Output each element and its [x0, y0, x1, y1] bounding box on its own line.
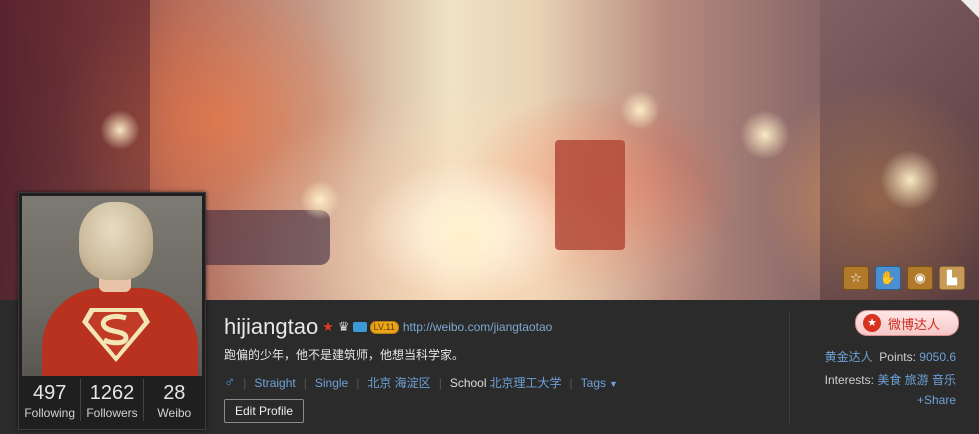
points-row: 黄金达人 Points: 9050.6: [825, 348, 956, 365]
location-link[interactable]: 北京 海淀区: [367, 374, 430, 391]
divider: |: [303, 375, 307, 390]
superman-logo-icon: [82, 308, 150, 362]
following-count: 497: [32, 382, 67, 404]
tags-dropdown[interactable]: Tags ▼: [581, 376, 618, 390]
school-link[interactable]: 北京理工大学: [490, 374, 562, 391]
interests-row: Interests: 美食 旅游 音乐: [825, 371, 956, 388]
stat-weibo[interactable]: 28 Weibo: [144, 379, 205, 421]
edit-profile-button[interactable]: Edit Profile: [224, 399, 305, 423]
verified-star-icon[interactable]: ★: [322, 320, 334, 334]
share-link[interactable]: +Share: [917, 393, 956, 407]
school-label: School: [449, 375, 487, 390]
badge-bar: ☆ ✋ ◉ ▙: [843, 266, 965, 290]
stats-bar: 497 Following 1262 Followers 28 Weibo: [19, 379, 205, 421]
stat-following[interactable]: 497 Following: [19, 379, 82, 421]
following-label: Following: [24, 406, 76, 420]
divider: [789, 312, 790, 424]
stat-followers[interactable]: 1262 Followers: [81, 379, 144, 421]
bio: 跑偏的少年，他不是建筑师，他想当科学家。: [224, 348, 465, 362]
orientation-link[interactable]: Straight: [254, 376, 295, 390]
share-row: +Share: [917, 393, 956, 407]
talent-title-link[interactable]: 黄金达人: [825, 350, 873, 364]
points-value[interactable]: 9050.6: [919, 350, 956, 364]
tags-label: Tags: [580, 375, 607, 390]
homepage-link[interactable]: http://weibo.com/jiangtaotao: [403, 320, 552, 334]
avatar-card: 497 Following 1262 Followers 28 Weibo: [18, 192, 206, 430]
points-label: Points:: [879, 350, 916, 364]
divider: |: [438, 375, 442, 390]
map-badge-icon[interactable]: ▙: [939, 266, 965, 290]
hand-badge-icon[interactable]: ✋: [875, 266, 901, 290]
male-icon: ♂: [224, 374, 236, 391]
followers-count: 1262: [89, 382, 135, 404]
chevron-down-icon: ▼: [609, 378, 618, 389]
divider: |: [569, 375, 573, 390]
interests-label: Interests:: [824, 373, 874, 387]
avatar[interactable]: [22, 196, 202, 376]
location-badge-icon[interactable]: ◉: [907, 266, 933, 290]
divider: |: [356, 375, 360, 390]
interests-links[interactable]: 美食 旅游 音乐: [877, 373, 956, 387]
star-seal-icon: ★: [863, 314, 881, 332]
weibo-label: Weibo: [157, 406, 192, 420]
weibo-count: 28: [163, 382, 186, 404]
level-badge[interactable]: LV.11: [369, 320, 399, 334]
username: hijiangtao: [224, 314, 319, 339]
weibo-talent-button[interactable]: ★ 微博达人: [855, 310, 959, 336]
profile-meta: ♂ | Straight | Single | 北京 海淀区 | School …: [224, 374, 618, 391]
talent-button-label: 微博达人: [888, 316, 941, 332]
relationship-link[interactable]: Single: [315, 376, 348, 390]
profile-info: hijiangtao ★ ♛ LV.11 http://weibo.com/ji…: [224, 312, 618, 423]
divider: |: [243, 375, 247, 390]
camera-icon[interactable]: [352, 322, 367, 332]
crown-icon[interactable]: ♛: [338, 320, 350, 334]
star-badge-icon[interactable]: ☆: [843, 266, 869, 290]
followers-label: Followers: [86, 406, 138, 420]
